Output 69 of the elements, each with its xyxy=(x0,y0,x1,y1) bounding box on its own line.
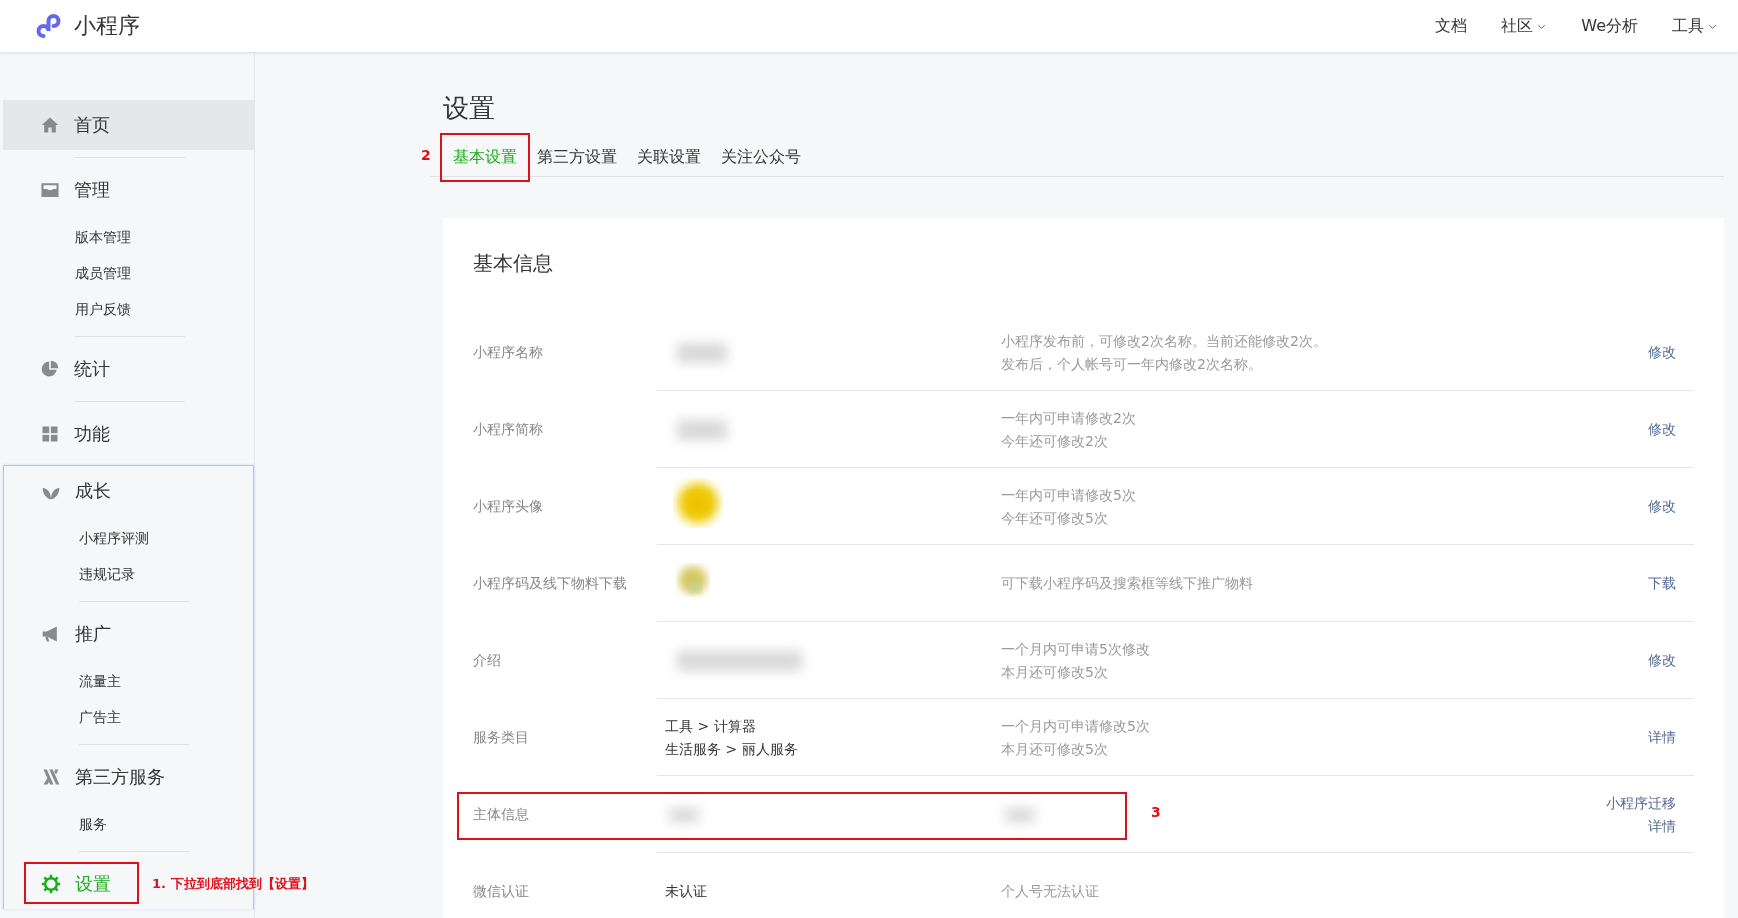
sidebar-subitem[interactable]: 版本管理 xyxy=(75,219,131,255)
sidebar-subitem[interactable]: 违规记录 xyxy=(79,556,135,592)
field-label: 小程序码及线下物料下载 xyxy=(473,574,627,591)
sidebar-subitem[interactable]: 成员管理 xyxy=(75,255,131,291)
action-link[interactable]: 小程序迁移 xyxy=(1606,792,1676,814)
action-link[interactable]: 详情 xyxy=(1648,727,1676,748)
annotation-note: 2 xyxy=(421,147,431,163)
action-link[interactable]: 修改 xyxy=(1648,419,1676,440)
grid-icon xyxy=(40,424,60,444)
nav-link[interactable]: 工具 xyxy=(1672,15,1718,37)
nav-link[interactable]: We分析 xyxy=(1581,15,1638,37)
sidebar-subitem[interactable]: 小程序评测 xyxy=(79,520,149,556)
field-label: 小程序头像 xyxy=(473,497,543,514)
field-hint: 个人号无法认证 xyxy=(1001,882,1099,901)
gear-icon xyxy=(41,874,61,894)
page-title: 设置 xyxy=(443,92,495,125)
sidebar-item[interactable]: 管理 xyxy=(3,165,254,215)
field-hint: 发布后，个人帐号可一年内修改2次名称。 xyxy=(1001,354,1262,374)
field-value: 工具 > 计算器 xyxy=(665,716,756,736)
sidebar-item[interactable]: 功能 xyxy=(3,409,254,459)
annotation-note: 1. 下拉到底部找到【设置】 xyxy=(152,875,314,893)
field-label: 小程序名称 xyxy=(473,343,543,360)
nav-link[interactable]: 文档 xyxy=(1435,15,1468,37)
double-x-icon xyxy=(41,767,61,787)
field-hint: 本月还可修改5次 xyxy=(1001,662,1108,682)
field-hint: 小程序发布前，可修改2次名称。当前还能修改2次。 xyxy=(1001,331,1327,351)
sidebar-subitem[interactable]: 服务 xyxy=(79,806,107,842)
sidebar-item[interactable]: 统计 xyxy=(3,344,254,394)
sidebar-item[interactable]: 首页 xyxy=(3,100,254,150)
tab[interactable]: 关联设置 xyxy=(627,147,711,176)
blurred-value xyxy=(677,342,727,363)
sidebar-item[interactable]: 第三方服务 xyxy=(4,752,253,802)
field-hint: 一年内可申请修改2次 xyxy=(1001,408,1136,428)
tab[interactable]: 关注公众号 xyxy=(711,147,811,176)
field-value: 未认证 xyxy=(665,882,707,901)
field-hint: 一年内可申请修改5次 xyxy=(1001,485,1136,505)
sidebar-subitem[interactable]: 流量主 xyxy=(79,663,121,699)
inbox-icon xyxy=(40,180,60,200)
field-hint: 可下载小程序码及搜索框等线下推广物料 xyxy=(1001,574,1253,593)
card-title: 基本信息 xyxy=(473,250,553,277)
field-hint: 今年还可修改2次 xyxy=(1001,431,1108,451)
blurred-value xyxy=(1005,807,1035,822)
nav-link[interactable]: 社区 xyxy=(1501,15,1548,37)
field-hint: 一个月内可申请修改5次 xyxy=(1001,716,1150,736)
action-link[interactable]: 修改 xyxy=(1648,496,1676,517)
blurred-value xyxy=(677,419,727,440)
action-link[interactable]: 详情 xyxy=(1648,815,1676,837)
field-hint: 本月还可修改5次 xyxy=(1001,739,1108,759)
sidebar-item[interactable]: 推广 xyxy=(4,609,253,659)
field-hint: 今年还可修改5次 xyxy=(1001,508,1108,528)
sidebar-item[interactable]: 成长 xyxy=(4,466,253,516)
pie-chart-icon xyxy=(40,359,60,379)
field-label: 微信认证 xyxy=(473,882,529,899)
field-value: 生活服务 > 丽人服务 xyxy=(665,739,798,759)
sidebar-subitem[interactable]: 广告主 xyxy=(79,699,121,735)
tab[interactable]: 第三方设置 xyxy=(527,147,627,176)
annotation-note: 3 xyxy=(1151,804,1161,820)
field-label: 主体信息 xyxy=(473,805,529,822)
field-label: 介绍 xyxy=(473,651,501,668)
action-link[interactable]: 下载 xyxy=(1648,573,1676,594)
app-title: 小程序 xyxy=(74,12,140,40)
field-hint: 一个月内可申请5次修改 xyxy=(1001,639,1150,659)
sidebar-subitem[interactable]: 用户反馈 xyxy=(75,291,131,327)
blurred-value xyxy=(669,807,699,822)
home-icon xyxy=(40,115,60,135)
field-label: 小程序简称 xyxy=(473,420,543,437)
action-link[interactable]: 修改 xyxy=(1648,342,1676,363)
action-link[interactable]: 修改 xyxy=(1648,650,1676,671)
field-label: 服务类目 xyxy=(473,728,529,745)
